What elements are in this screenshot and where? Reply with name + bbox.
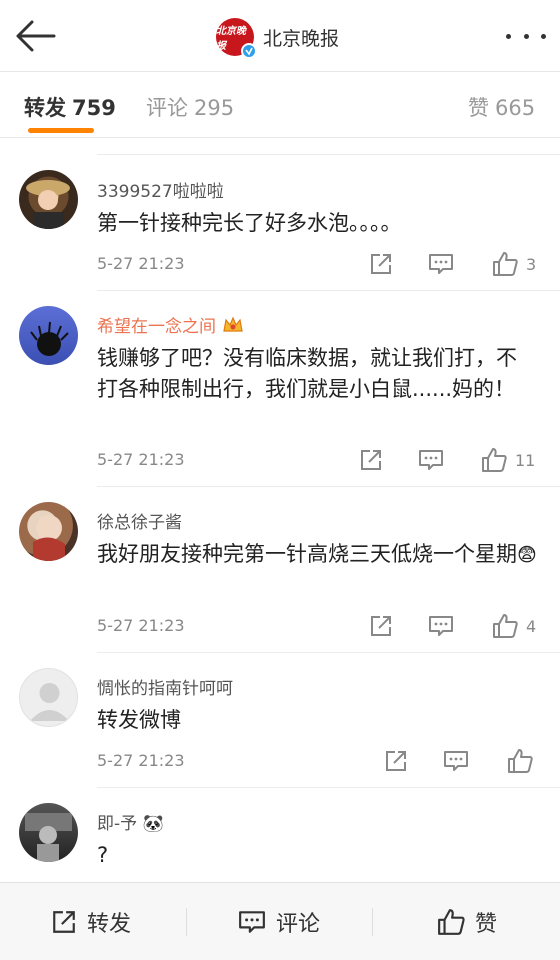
repost-icon: [361, 450, 381, 470]
tab-repost-label: 转发: [24, 96, 66, 120]
comment-icon: [444, 751, 468, 771]
avatar[interactable]: [19, 170, 78, 229]
repost-button[interactable]: [359, 446, 383, 474]
account-name: 北京晚报: [263, 27, 340, 50]
tab-comment-label: 评论: [146, 96, 188, 120]
thumbs-up-icon: [482, 448, 507, 472]
repost-icon: [53, 911, 75, 933]
commenter-name[interactable]: 3399527啦啦啦: [97, 177, 224, 202]
commenter-name[interactable]: 即-予 🐼: [97, 809, 164, 834]
avatar[interactable]: [19, 668, 78, 727]
divider: [97, 290, 560, 291]
scared-emoji-icon: 😨: [517, 544, 537, 566]
comment-time: 5-27 21:23: [97, 751, 185, 770]
like-count: 11: [515, 450, 536, 470]
comment-text: ?: [97, 843, 109, 867]
repost-button[interactable]: [369, 250, 393, 278]
divider: [97, 787, 560, 788]
avatar[interactable]: [19, 803, 78, 862]
like-button[interactable]: 11: [481, 446, 535, 474]
comment-icon: [419, 450, 443, 470]
commenter-name-text: 即-予: [97, 814, 138, 834]
account-header[interactable]: 北京晚报 北京晚报: [216, 17, 340, 59]
divider: [97, 154, 560, 155]
panda-emoji-icon: 🐼: [142, 814, 164, 834]
avatar-image: [26, 180, 70, 229]
comment-text: 转发微博: [97, 708, 181, 732]
commenter-name-text: 希望在一念之间: [97, 317, 216, 337]
avatar-image: [30, 321, 69, 356]
comment-icon: [239, 911, 265, 933]
like-button[interactable]: [507, 747, 533, 775]
comment-text: 钱赚够了吧？没有临床数据，就让我们打，不打各种限制出行，我们就是小白鼠.....…: [97, 346, 517, 401]
repost-icon: [371, 616, 391, 636]
bottom-action-bar: 转发 评论 赞: [0, 882, 560, 960]
comment-time: 5-27 21:23: [97, 254, 185, 273]
thumbs-up-icon: [508, 749, 533, 773]
more-dot-icon: [523, 33, 529, 39]
commenter-name[interactable]: 希望在一念之间: [97, 312, 244, 340]
more-dot-icon: [541, 33, 546, 39]
comment-icon: [429, 616, 453, 636]
comment-button[interactable]: [428, 250, 454, 278]
repost-icon: [371, 254, 391, 274]
avatar-image: [33, 515, 65, 561]
verified-badge-icon: [241, 43, 257, 59]
bottom-comment-button[interactable]: 评论: [238, 883, 320, 960]
like-count: 3: [526, 254, 537, 274]
commenter-name[interactable]: 惆怅的指南针呵呵: [97, 674, 233, 699]
avatar[interactable]: [19, 502, 78, 561]
like-button[interactable]: 4: [492, 612, 536, 640]
bottom-like-button[interactable]: 赞: [437, 883, 497, 960]
top-nav-bar: 北京晚报 北京晚报: [0, 0, 560, 72]
active-tab-indicator: [28, 128, 94, 133]
tab-like-label: 赞: [468, 96, 489, 120]
tab-bar: 转发 759 评论 295 赞 665: [0, 72, 560, 138]
divider: [97, 652, 560, 653]
comment-time: 5-27 21:23: [97, 616, 185, 635]
tab-repost-count: 759: [72, 96, 116, 120]
tab-repost[interactable]: 转发 759: [24, 92, 116, 122]
tab-comment[interactable]: 评论 295: [146, 92, 234, 122]
thumbs-up-icon: [493, 252, 518, 276]
comment-text: 第一针接种完长了好多水泡。。。。: [97, 211, 402, 235]
thumbs-up-icon: [493, 614, 518, 638]
tab-like-count: 665: [495, 96, 536, 120]
repost-button[interactable]: [369, 612, 393, 640]
comment-icon: [429, 254, 453, 274]
thumbs-up-icon: [438, 909, 465, 935]
account-avatar[interactable]: 北京晚报: [216, 18, 257, 59]
like-button[interactable]: 3: [492, 250, 536, 278]
tab-like[interactable]: 赞 665: [468, 92, 535, 122]
comment-button[interactable]: [418, 446, 444, 474]
avatar[interactable]: [19, 306, 78, 365]
bottom-repost-label: 转发: [87, 912, 132, 937]
like-count: 4: [526, 616, 537, 636]
back-arrow-icon: [16, 20, 56, 52]
comment-text-body: 我好朋友接种完第一针高烧三天低烧一个星期: [97, 542, 517, 566]
comment-button[interactable]: [443, 747, 469, 775]
comment-button[interactable]: [428, 612, 454, 640]
more-options-button[interactable]: [506, 26, 546, 46]
bottom-comment-label: 评论: [276, 912, 321, 937]
commenter-name[interactable]: 徐总徐子酱: [97, 508, 182, 533]
more-dot-icon: [506, 33, 511, 39]
crown-badge-icon: [222, 315, 244, 340]
divider: [186, 908, 187, 936]
bottom-repost-button[interactable]: 转发: [51, 883, 131, 960]
avatar-image: [25, 813, 72, 862]
comment-text: 我好朋友接种完第一针高烧三天低烧一个星期😨: [97, 539, 537, 571]
repost-button[interactable]: [384, 747, 408, 775]
comment-time: 5-27 21:23: [97, 450, 185, 469]
default-avatar-icon: [30, 683, 69, 721]
back-button[interactable]: [14, 18, 58, 54]
bottom-like-label: 赞: [475, 912, 498, 937]
repost-icon: [386, 751, 406, 771]
tab-comment-count: 295: [194, 96, 235, 120]
divider: [97, 486, 560, 487]
divider: [372, 908, 373, 936]
